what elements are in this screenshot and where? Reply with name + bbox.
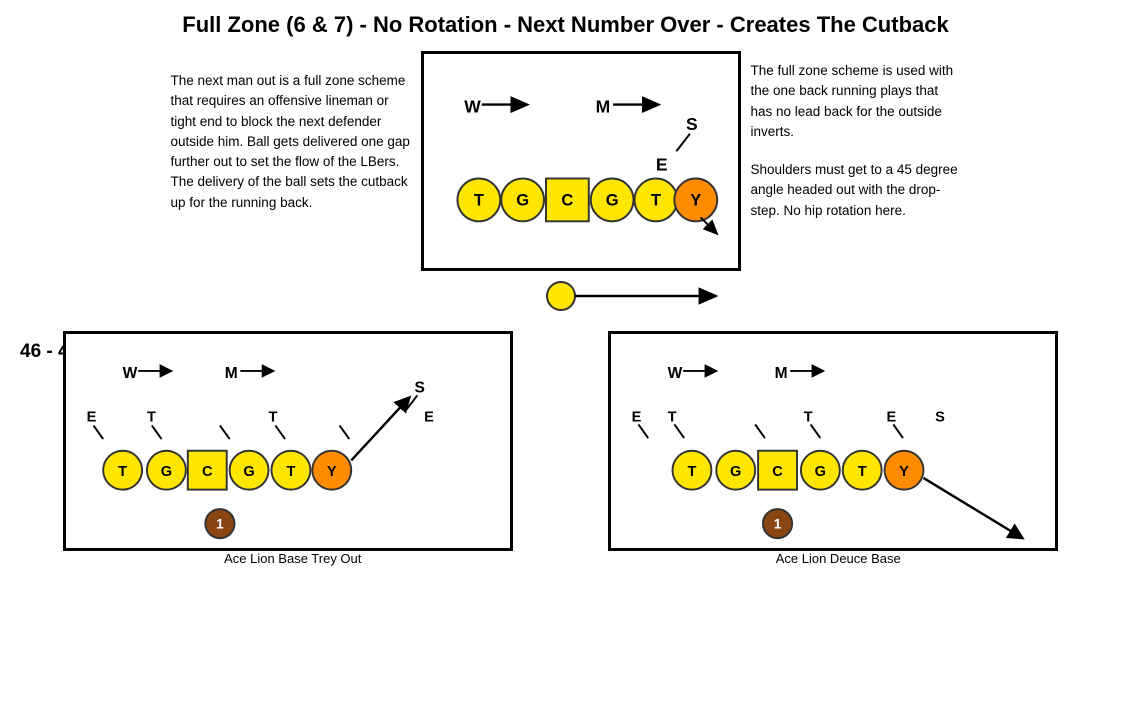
svg-text:E: E	[86, 410, 96, 426]
left-description: The next man out is a full zone scheme t…	[171, 71, 411, 213]
svg-text:T: T	[268, 410, 277, 426]
svg-text:T: T	[858, 464, 867, 480]
page-title: Full Zone (6 & 7) - No Rotation - Next N…	[0, 0, 1131, 46]
right-text-bottom: Shoulders must get to a 45 degree angle …	[751, 160, 961, 221]
svg-text:G: G	[243, 464, 254, 480]
svg-text:Y: Y	[899, 464, 909, 480]
svg-text:S: S	[414, 379, 424, 396]
svg-text:Y: Y	[690, 191, 701, 210]
svg-text:T: T	[650, 191, 660, 210]
top-section: The next man out is a full zone scheme t…	[0, 51, 1131, 321]
bottom-right-diagram: W M E T T E S	[608, 331, 1058, 551]
bottom-right-container: W M E T T E S	[608, 331, 1068, 566]
svg-text:M: M	[225, 365, 238, 382]
bottom-section: W M S E E T T	[0, 331, 1131, 566]
svg-text:T: T	[118, 464, 127, 480]
svg-text:W: W	[122, 365, 137, 382]
svg-text:S: S	[686, 114, 698, 134]
svg-text:T: T	[804, 410, 813, 426]
svg-text:E: E	[632, 410, 642, 426]
svg-text:G: G	[160, 464, 171, 480]
svg-text:M: M	[595, 96, 610, 116]
svg-text:T: T	[473, 191, 483, 210]
svg-text:G: G	[815, 464, 826, 480]
svg-text:1: 1	[774, 517, 782, 532]
top-diagram: W M S E T G	[421, 51, 741, 271]
svg-text:W: W	[668, 365, 683, 382]
right-text-top: The full zone scheme is used with the on…	[751, 61, 961, 142]
svg-text:G: G	[605, 191, 618, 210]
svg-text:G: G	[516, 191, 529, 210]
svg-text:G: G	[730, 464, 741, 480]
svg-text:Y: Y	[327, 464, 337, 480]
bottom-left-container: W M S E E T T	[63, 331, 523, 566]
svg-text:E: E	[887, 410, 897, 426]
svg-text:S: S	[935, 410, 945, 426]
right-texts: The full zone scheme is used with the on…	[751, 51, 971, 221]
svg-text:T: T	[147, 410, 156, 426]
svg-text:T: T	[688, 464, 697, 480]
bottom-right-labels: Ace Lion Deuce Base	[608, 551, 1068, 566]
bottom-left-diagram: W M S E E T T	[63, 331, 513, 551]
main-content: The next man out is a full zone scheme t…	[0, 46, 1131, 703]
svg-text:C: C	[773, 464, 784, 480]
svg-text:M: M	[775, 365, 788, 382]
svg-text:1: 1	[216, 517, 224, 532]
svg-text:E: E	[424, 410, 434, 426]
svg-text:E: E	[655, 155, 667, 175]
svg-text:T: T	[668, 410, 677, 426]
svg-text:W: W	[464, 96, 481, 116]
svg-text:C: C	[202, 464, 213, 480]
svg-text:T: T	[286, 464, 295, 480]
bottom-left-labels: Ace Lion Base Trey Out	[63, 551, 523, 566]
svg-text:C: C	[561, 191, 573, 210]
